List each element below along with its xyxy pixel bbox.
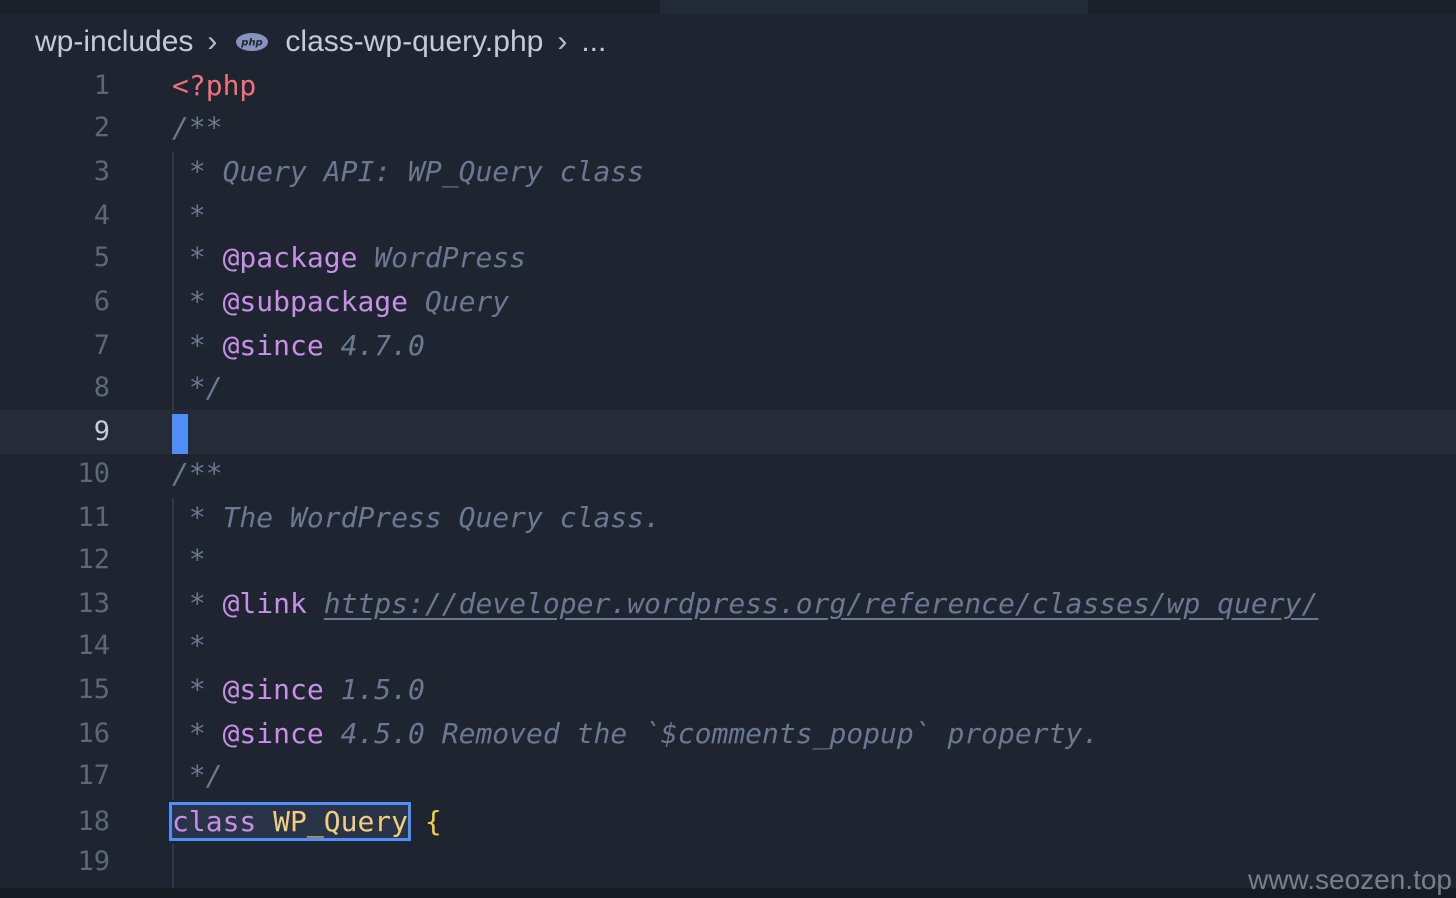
line-number: 19: [77, 846, 110, 877]
comment-text: * @package WordPress: [172, 236, 526, 280]
code-line[interactable]: 14 *: [0, 624, 1456, 668]
doc-tag: @subpackage: [222, 285, 409, 318]
code-text: <?php: [172, 64, 256, 108]
breadcrumb-file[interactable]: class-wp-query.php: [285, 25, 543, 59]
comment-text: */: [172, 759, 223, 792]
code-line[interactable]: 17 */: [0, 754, 1456, 798]
breadcrumb-folder[interactable]: wp-includes: [35, 25, 193, 59]
line-number: 7: [93, 330, 110, 361]
line-number: 9: [93, 416, 110, 447]
line-number: 1: [93, 70, 110, 101]
code-line[interactable]: 4 *: [0, 194, 1456, 238]
line-number: 6: [93, 286, 110, 317]
tab-strip: [0, 0, 1456, 14]
comment-text: /**: [172, 457, 223, 490]
comment-text: * @since 4.5.0 Removed the `$comments_po…: [172, 712, 1099, 756]
tab-strip-gap: [660, 0, 1088, 14]
comment-star: *: [172, 717, 223, 750]
comment-body: WordPress: [357, 241, 527, 274]
line-number: 4: [93, 200, 110, 231]
comment-text: * Query API: WP_Query class: [172, 150, 644, 194]
comment-star: *: [172, 673, 223, 706]
line-number: 3: [93, 156, 110, 187]
comment-text: * @link https://developer.wordpress.org/…: [172, 582, 1318, 626]
doc-tag: @since: [222, 329, 324, 362]
comment-body: The WordPress Query class.: [222, 501, 661, 534]
code-line[interactable]: 15 * @since 1.5.0: [0, 668, 1456, 712]
line-number: 13: [77, 588, 110, 619]
doc-tag: @since: [222, 717, 324, 750]
line-number: 16: [77, 718, 110, 749]
line-number: 12: [77, 544, 110, 575]
comment-body: Query: [408, 285, 510, 318]
php-icon: php: [236, 33, 269, 51]
line-number: 5: [93, 242, 110, 273]
code-editor[interactable]: 1 <?php 2 /** 3 * Query API: WP_Query cl…: [0, 64, 1456, 888]
comment-body: 4.7.0: [323, 329, 425, 362]
code-line[interactable]: 10 /**: [0, 452, 1456, 496]
doc-tag: @link: [222, 587, 307, 620]
code-line[interactable]: 2 /**: [0, 106, 1456, 150]
code-line[interactable]: 7 * @since 4.7.0: [0, 324, 1456, 368]
comment-star: *: [172, 155, 223, 188]
code-line[interactable]: 8 */: [0, 366, 1456, 410]
class-name: WP_Query: [273, 805, 409, 838]
text-cursor: [172, 414, 188, 454]
comment-text: * @subpackage Query: [172, 280, 509, 324]
php-open-tag: <?php: [172, 69, 257, 102]
php-icon-text: php: [241, 38, 263, 49]
line-number: 8: [93, 372, 110, 403]
comment-text: *: [172, 629, 206, 662]
line-number: 14: [77, 630, 110, 661]
comment-text: */: [172, 371, 223, 404]
comment-text: * @since 1.5.0: [172, 668, 425, 712]
code-line-current[interactable]: 9: [0, 410, 1456, 454]
code-line[interactable]: 6 * @subpackage Query: [0, 280, 1456, 324]
breadcrumb-more[interactable]: ...: [581, 25, 606, 59]
code-text: class WP_Query {: [168, 800, 442, 844]
doc-tag: @package: [222, 241, 358, 274]
open-brace: {: [408, 805, 442, 838]
doc-tag: @since: [222, 673, 324, 706]
comment-text: * @since 4.7.0: [172, 324, 425, 368]
comment-text: * The WordPress Query class.: [172, 496, 661, 540]
comment-star: *: [172, 329, 223, 362]
line-number: 2: [93, 112, 110, 143]
code-line[interactable]: 11 * The WordPress Query class.: [0, 496, 1456, 540]
selection-highlight[interactable]: class WP_Query: [168, 802, 412, 841]
line-number: 10: [77, 458, 110, 489]
comment-space: [307, 587, 324, 620]
code-line[interactable]: 19: [0, 840, 1456, 884]
comment-text: /**: [172, 111, 223, 144]
comment-star: *: [172, 501, 223, 534]
code-line[interactable]: 1 <?php: [0, 64, 1456, 108]
line-number: 17: [77, 760, 110, 791]
code-line[interactable]: 12 *: [0, 538, 1456, 582]
class-keyword: class: [172, 805, 257, 838]
code-line[interactable]: 16 * @since 4.5.0 Removed the `$comments…: [0, 712, 1456, 756]
chevron-right-icon: ›: [557, 25, 568, 58]
comment-star: *: [172, 285, 223, 318]
chevron-right-icon: ›: [207, 25, 218, 58]
code-line[interactable]: 13 * @link https://developer.wordpress.o…: [0, 582, 1456, 626]
comment-body: Query API: WP_Query class: [222, 155, 645, 188]
line-number: 18: [77, 806, 110, 837]
comment-text: *: [172, 543, 206, 576]
comment-body: 1.5.0: [323, 673, 425, 706]
comment-star: *: [172, 241, 223, 274]
bottom-scrollbar[interactable]: [0, 888, 1456, 898]
comment-body: 4.5.0 Removed the `$comments_popup` prop…: [323, 717, 1100, 750]
line-number: 11: [77, 502, 110, 533]
doc-link[interactable]: https://developer.wordpress.org/referenc…: [324, 587, 1319, 620]
code-line[interactable]: 5 * @package WordPress: [0, 236, 1456, 280]
code-line[interactable]: 3 * Query API: WP_Query class: [0, 150, 1456, 194]
watermark: www.seozen.top: [1248, 864, 1452, 895]
code-line[interactable]: 18 class WP_Query {: [0, 800, 1456, 844]
comment-text: *: [172, 199, 206, 232]
line-number: 15: [77, 674, 110, 705]
breadcrumb: wp-includes › php class-wp-query.php › .…: [35, 22, 606, 62]
comment-star: *: [172, 587, 223, 620]
